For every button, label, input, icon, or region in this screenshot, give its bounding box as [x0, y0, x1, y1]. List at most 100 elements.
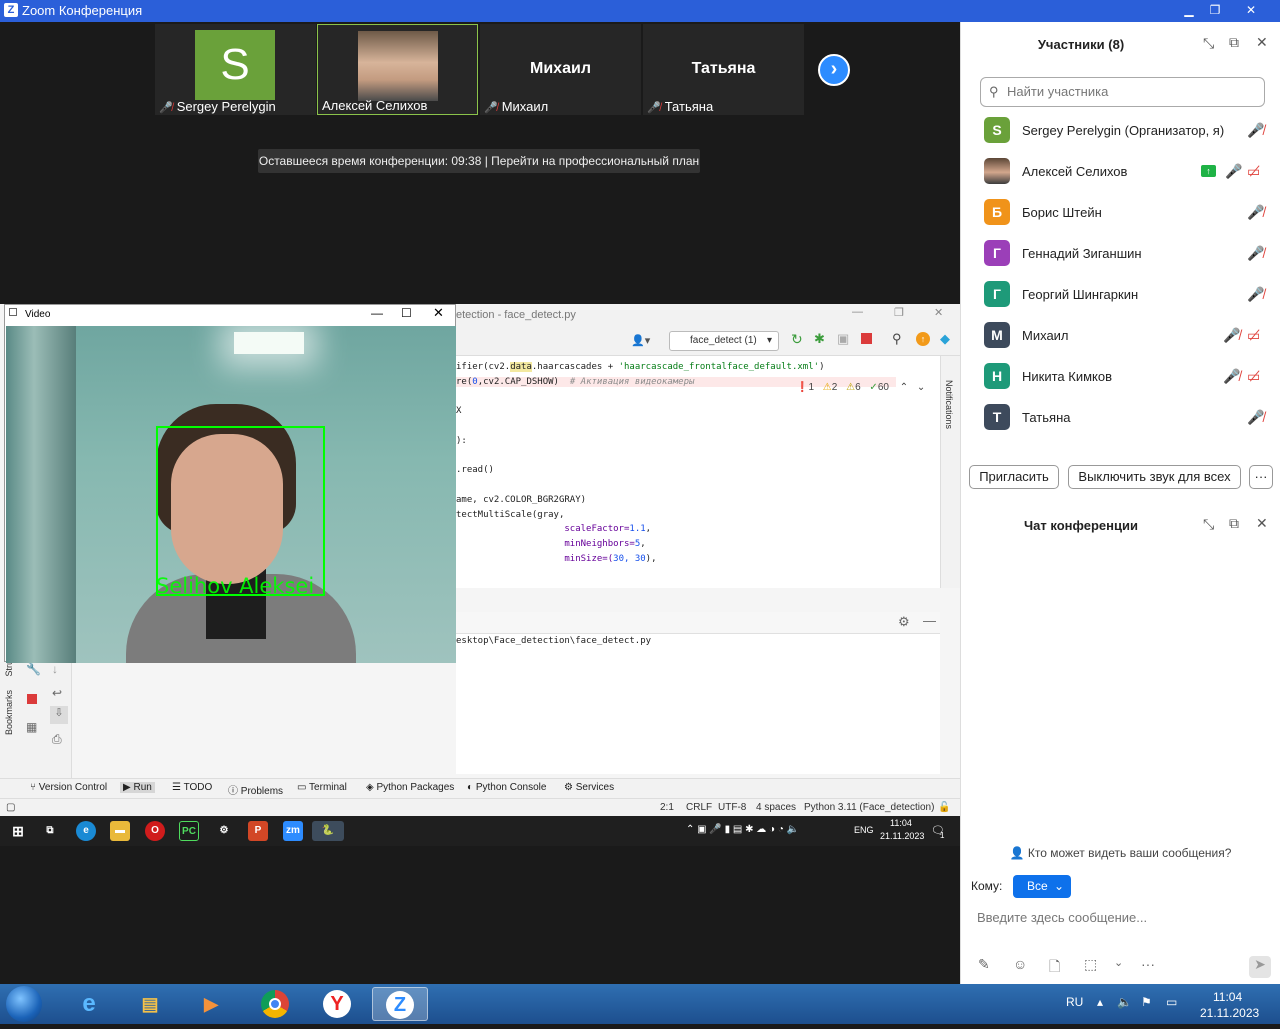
popout-icon[interactable]: ⧉ — [1229, 34, 1239, 51]
participant-row[interactable]: Т Татьяна 🎤̸ — [961, 397, 1280, 438]
screenshot-icon[interactable]: ⬚ — [1084, 956, 1097, 973]
participant-row[interactable]: Алексей Селихов ↑ 🎤 ▭̸ — [961, 151, 1280, 192]
plugin-icon[interactable]: ◆ — [940, 331, 950, 347]
file-explorer-icon[interactable]: ▤ — [125, 987, 175, 1021]
restore-button[interactable]: ❐ — [894, 306, 904, 319]
video-off-icon[interactable]: ▭̸ — [1247, 368, 1260, 385]
who-can-see-link[interactable]: 👤 Кто может видеть ваши сообщения? — [961, 846, 1280, 860]
video-tile-aleksei[interactable]: Алексей Селихов — [317, 24, 478, 115]
line-separator[interactable]: CRLF — [686, 802, 712, 813]
emoji-icon[interactable]: ☺ — [1013, 956, 1027, 972]
minimize-button[interactable]: — — [371, 306, 383, 320]
invite-button[interactable]: Пригласить — [969, 465, 1059, 489]
tab-python-packages[interactable]: ◈ Python Packages — [366, 782, 454, 793]
task-view-icon[interactable]: ⧉ — [40, 821, 60, 841]
chevron-down-icon[interactable]: ⌄ — [1114, 956, 1123, 969]
more-button[interactable]: ··· — [1249, 465, 1273, 489]
clock-date[interactable]: 21.11.2023 — [1200, 1006, 1259, 1020]
layout-icon[interactable]: ▦ — [26, 720, 37, 734]
edge-icon[interactable]: e — [76, 821, 96, 841]
show-hidden-icons-icon[interactable]: ▴ — [1097, 995, 1103, 1009]
layout-icon[interactable]: ▢ — [6, 802, 15, 813]
input-language[interactable]: ENG — [854, 825, 874, 835]
time-remaining-banner[interactable]: Оставшееся время конференции: 09:38 | Пе… — [258, 149, 700, 173]
restore-button[interactable]: ❐ — [1204, 2, 1226, 18]
media-player-icon[interactable]: ▶ — [186, 987, 236, 1021]
video-off-icon[interactable]: ▭̸ — [1247, 163, 1260, 180]
powerpoint-icon[interactable]: P — [248, 821, 268, 841]
coverage-icon[interactable]: ▣ — [837, 331, 849, 347]
participant-search-input[interactable]: ⚲ Найти участника — [980, 77, 1265, 107]
zoom-taskbar-icon[interactable]: Z — [372, 987, 428, 1021]
tab-todo[interactable]: ☰ TODO — [172, 782, 212, 793]
mic-icon[interactable]: 🎤 — [1225, 163, 1242, 180]
chat-message-input[interactable]: Введите здесь сообщение... — [977, 910, 1267, 925]
more-icon[interactable]: ··· — [1141, 956, 1155, 972]
send-icon[interactable]: ➤ — [1249, 956, 1271, 978]
user-icon[interactable]: 👤▾ — [631, 334, 650, 347]
close-button[interactable]: ✕ — [433, 305, 444, 321]
print-icon[interactable]: ⎙ — [52, 732, 62, 747]
collapse-icon[interactable]: ⤡ — [1203, 516, 1214, 533]
format-icon[interactable]: ✎ — [978, 956, 990, 973]
clock-time[interactable]: 11:04 — [890, 818, 912, 828]
volume-icon[interactable]: 🔈 — [1117, 995, 1132, 1009]
lock-icon[interactable]: 🔓 — [938, 802, 950, 813]
caret-position[interactable]: 2:1 — [660, 802, 674, 813]
popout-icon[interactable]: ⧉ — [1229, 515, 1239, 532]
mute-all-button[interactable]: Выключить звук для всех — [1068, 465, 1241, 489]
gear-icon[interactable]: ⚙ — [898, 614, 910, 630]
tray-icons[interactable]: ⌃ ▣ 🎤 ▮ ▤ ✱ ☁ ◑ ◔ 🔈 — [686, 824, 799, 835]
tab-terminal[interactable]: ▭ Terminal — [297, 782, 347, 793]
mic-muted-icon[interactable]: 🎤̸ — [1223, 368, 1240, 385]
arrow-down-icon[interactable]: ↓ — [52, 662, 58, 676]
input-language[interactable]: RU — [1066, 995, 1083, 1009]
close-icon[interactable]: ✕ — [1256, 34, 1268, 51]
mic-muted-icon[interactable]: 🎤̸ — [1247, 204, 1264, 221]
wrench-icon[interactable]: 🔧 — [26, 662, 41, 676]
minimize-button[interactable]: — — [852, 306, 863, 318]
file-explorer-icon[interactable]: ▬ — [110, 821, 130, 841]
video-tile-mikhail[interactable]: Михаил 🎤̸ Михаил — [480, 24, 641, 115]
close-icon[interactable]: ✕ — [1256, 515, 1268, 532]
chrome-icon[interactable] — [250, 987, 300, 1021]
scroll-to-end-icon[interactable]: ⇩ — [50, 706, 68, 724]
search-icon[interactable]: ⚲ — [892, 331, 902, 347]
flag-icon[interactable]: ⚑ — [1141, 995, 1152, 1009]
close-button[interactable]: ✕ — [1240, 2, 1262, 18]
mic-muted-icon[interactable]: 🎤̸ — [1247, 409, 1264, 426]
stop-icon[interactable] — [27, 694, 37, 704]
participant-row[interactable]: М Михаил 🎤̸ ▭̸ — [961, 315, 1280, 356]
tab-services[interactable]: ⚙ Services — [564, 782, 614, 793]
stop-icon[interactable] — [861, 333, 872, 344]
minimize-button[interactable]: ▁ — [1178, 2, 1200, 18]
run-console-output[interactable]: esktop\Face_detection\face_detect.py — [456, 634, 940, 774]
start-button-icon[interactable] — [6, 986, 42, 1022]
hide-icon[interactable]: — — [923, 613, 936, 628]
video-tile-tatiana[interactable]: Татьяна 🎤̸ Татьяна — [643, 24, 804, 115]
participant-row[interactable]: Б Борис Штейн 🎤̸ — [961, 192, 1280, 233]
chevron-down-icon[interactable]: ⌄ — [917, 382, 925, 393]
participant-row[interactable]: S Sergey Perelygin (Организатор, я) 🎤̸ — [961, 110, 1280, 151]
notifications-tab[interactable]: Notifications — [944, 380, 954, 429]
windows-start-icon[interactable]: ⊞ — [8, 821, 28, 841]
python-icon[interactable]: 🐍 — [312, 821, 344, 841]
video-tile-sergey[interactable]: S 🎤̸ Sergey Perelygin — [155, 24, 316, 115]
debug-icon[interactable]: ✱ — [814, 331, 825, 347]
mic-muted-icon[interactable]: 🎤̸ — [1247, 286, 1264, 303]
tab-problems[interactable]: ⓘ Problems — [228, 782, 283, 797]
maximize-button[interactable]: ☐ — [401, 306, 412, 320]
recipient-select[interactable]: Все ⌄ — [1013, 875, 1071, 898]
participant-row[interactable]: Н Никита Кимков 🎤̸ ▭̸ — [961, 356, 1280, 397]
tab-python-console[interactable]: ◐ Python Console — [467, 782, 546, 793]
participant-row[interactable]: Г Геннадий Зиганшин 🎤̸ — [961, 233, 1280, 274]
internet-explorer-icon[interactable]: e — [64, 987, 114, 1021]
indent-setting[interactable]: 4 spaces — [756, 802, 796, 813]
run-configuration-select[interactable]: face_detect (1) ▾ — [669, 331, 779, 351]
mic-muted-icon[interactable]: 🎤̸ — [1247, 122, 1264, 139]
video-off-icon[interactable]: ▭̸ — [1247, 327, 1260, 344]
tab-version-control[interactable]: ⑂ Version Control — [30, 782, 107, 793]
clock-date[interactable]: 21.11.2023 — [880, 831, 924, 841]
yandex-browser-icon[interactable]: Y — [312, 987, 362, 1021]
close-button[interactable]: ✕ — [934, 306, 943, 319]
